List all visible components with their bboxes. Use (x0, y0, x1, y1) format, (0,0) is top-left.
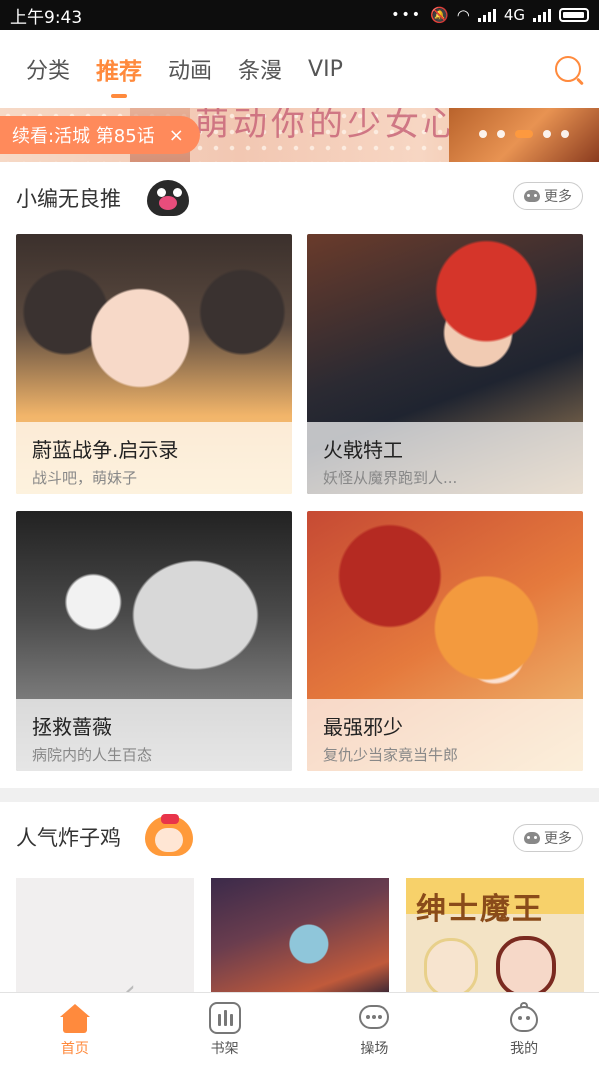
wifi-icon: ◠ (456, 6, 470, 24)
tab-vip[interactable]: VIP (308, 57, 343, 82)
comic-logo-text: 绅士魔王 (416, 892, 544, 927)
nav-home[interactable]: 首页 (0, 993, 150, 1066)
pager-dot[interactable] (479, 130, 487, 138)
tab-animation[interactable]: 动画 (168, 53, 212, 85)
comic-card[interactable]: 拯救蔷薇 病院内的人生百态 (16, 511, 292, 771)
status-bar: 上午9:43 ••• 🔕 ◠ 4G (0, 0, 599, 30)
nav-label: 我的 (510, 1040, 539, 1057)
face-icon (524, 190, 540, 202)
comic-title: 拯救蔷薇 (32, 715, 112, 739)
section-recommend: 小编无良推 更多 蔚蓝战争.启示录 战斗吧，萌妹子 火戟特工 妖怪从魔界跑到人.… (0, 162, 599, 788)
chat-icon (358, 1002, 390, 1034)
banner-text: 萌动你的少女心 (195, 108, 461, 144)
comic-subtitle: 复仇少当家竟当牛郎 (323, 746, 459, 764)
battery-icon (559, 8, 589, 22)
top-nav: 分类 推荐 动画 条漫 VIP (0, 30, 599, 108)
tab-category[interactable]: 分类 (26, 53, 70, 85)
search-icon[interactable] (555, 56, 581, 82)
comic-title: 最强邪少 (323, 715, 403, 739)
tab-strip-comic[interactable]: 条漫 (238, 53, 282, 85)
comic-thumbnail[interactable] (211, 878, 389, 998)
signal-icon-2 (533, 8, 551, 22)
comic-thumbnail[interactable]: ‹ (16, 878, 194, 998)
notification-dots-icon: ••• (391, 7, 423, 23)
status-icons: ••• 🔕 ◠ 4G (391, 6, 589, 24)
nav-label: 操场 (360, 1040, 389, 1057)
home-icon (59, 1002, 91, 1034)
more-label: 更多 (544, 831, 572, 847)
comic-card[interactable]: 火戟特工 妖怪从魔界跑到人... (307, 234, 583, 494)
close-icon[interactable]: × (169, 125, 184, 146)
comic-card[interactable]: 最强邪少 复仇少当家竟当牛郎 (307, 511, 583, 771)
banner-pager (479, 130, 569, 138)
comic-title: 蔚蓝战争.启示录 (32, 438, 179, 462)
nav-label: 书架 (210, 1040, 239, 1057)
pager-dot[interactable] (543, 130, 551, 138)
girl-mascot-icon (135, 814, 205, 860)
mute-icon: 🔕 (430, 6, 449, 24)
pager-dot[interactable] (497, 130, 505, 138)
bookshelf-icon (208, 1001, 241, 1034)
resume-reading-button[interactable]: 续看:活城 第85话 × (0, 116, 200, 154)
more-button[interactable]: 更多 (513, 824, 583, 852)
comic-subtitle: 妖怪从魔界跑到人... (323, 469, 458, 487)
signal-icon (477, 8, 496, 22)
bottom-nav: 首页 书架 操场 我的 (0, 992, 599, 1066)
comic-thumbnail[interactable]: 绅士魔王 (406, 878, 584, 998)
comic-subtitle: 战斗吧，萌妹子 (32, 469, 138, 487)
more-label: 更多 (544, 189, 572, 205)
section-header: 小编无良推 (16, 176, 201, 220)
section-divider (0, 788, 599, 802)
network-type: 4G (503, 6, 525, 24)
section-title: 小编无良推 (16, 187, 121, 211)
section-header: 人气炸子鸡 (16, 814, 205, 860)
pager-dot-active[interactable] (515, 130, 533, 138)
pager-dot[interactable] (561, 130, 569, 138)
profile-icon (508, 1001, 540, 1034)
tab-recommend[interactable]: 推荐 (96, 52, 142, 86)
section-title: 人气炸子鸡 (16, 826, 121, 850)
nav-label: 首页 (60, 1040, 89, 1057)
status-time: 上午9:43 (10, 7, 83, 28)
nav-bookshelf[interactable]: 书架 (150, 993, 300, 1066)
nav-profile[interactable]: 我的 (449, 993, 599, 1066)
penguin-mascot-icon (137, 176, 201, 220)
comic-title: 火戟特工 (323, 438, 403, 462)
nav-playground[interactable]: 操场 (300, 993, 450, 1066)
comic-card[interactable]: 蔚蓝战争.启示录 战斗吧，萌妹子 (16, 234, 292, 494)
face-icon (524, 832, 540, 844)
comic-subtitle: 病院内的人生百态 (32, 746, 153, 764)
more-button[interactable]: 更多 (513, 182, 583, 210)
resume-label: 续看:活城 第85话 (12, 126, 155, 147)
